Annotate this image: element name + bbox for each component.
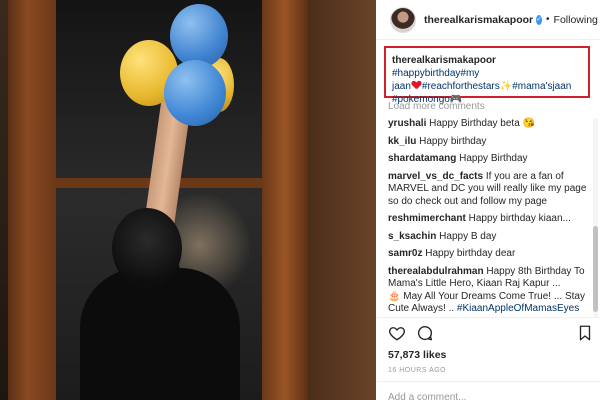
comment-username[interactable]: s_ksachin [388,231,436,242]
caption-hashtag-jaan[interactable]: jaan [392,81,411,92]
comment-username[interactable]: kk_ilu [388,136,416,147]
door-frame-right [262,0,308,400]
comment-text: Happy Birthday [459,153,528,164]
action-bar [388,324,594,344]
like-count[interactable]: 57,873 likes [388,349,446,361]
child-head [112,208,182,288]
header-username[interactable]: therealkarismakapoor [424,14,533,26]
heart-emoji-icon [412,81,421,89]
comment-item: yrushali Happy Birthday beta 😘 [388,118,594,131]
post-timestamp[interactable]: 16 HOURS AGO [388,367,446,374]
door-frame-left [8,0,56,400]
comment-item: marvel_vs_dc_facts If you are a fan of M… [388,171,594,209]
add-comment-input[interactable]: Add a comment... [388,392,466,400]
heart-icon[interactable] [388,324,406,342]
post-photo[interactable] [0,0,376,400]
kiss-emoji-icon: 😘 [522,118,535,129]
comment-item: shardatamang Happy Birthday [388,153,594,166]
comment-text: Happy B day [439,230,497,242]
load-more-comments-link[interactable]: Load more comments [388,101,485,112]
comment-item: therealabdulrahman Happy 8th Birthday To… [388,266,594,316]
comment-item: kk_ilu Happy birthday [388,136,594,149]
verified-icon: ✓ [536,14,543,25]
bookmark-icon[interactable] [576,324,594,342]
wall [308,0,376,400]
comments-scrollbar-thumb[interactable] [593,226,598,312]
avatar[interactable] [390,6,416,33]
caption-username[interactable]: therealkarismakapoor [392,55,496,66]
caption-highlight-box: therealkarismakapoor #happybirthday#my j… [384,46,590,105]
comment-hashtag[interactable]: #KiaanAppleOfMamasEyes [457,303,579,314]
comment-text: Happy birthday [419,135,487,147]
cake-emoji-icon: 🎂 [388,290,401,302]
comment-list: yrushali Happy Birthday beta 😘 kk_ilu Ha… [388,118,594,321]
comment-text: Happy birthday kiaan... [468,213,571,224]
caption-hashtag-reachforthestars[interactable]: #reachforthestars [422,81,500,92]
comment-item: samr0z Happy birthday dear [388,248,594,261]
comment-text: Happy birthday dear [425,248,516,259]
comment-item: reshmimerchant Happy birthday kiaan... [388,213,594,226]
comment-username[interactable]: reshmimerchant [388,213,466,224]
caption-hashtag-mamasjaan[interactable]: #mama'sjaan [512,81,571,92]
comment-username[interactable]: shardatamang [388,153,456,164]
comment-icon[interactable] [416,324,434,342]
following-button[interactable]: Following [554,14,598,26]
comment-username[interactable]: marvel_vs_dc_facts [388,171,483,182]
actions-divider [376,317,600,318]
add-comment-divider [376,381,600,382]
separator-dot: • [546,14,550,25]
blue-balloon-top [170,4,228,68]
comment-username[interactable]: yrushali [388,118,426,129]
post-header: therealkarismakapoor ✓ • Following [376,0,600,40]
comment-username[interactable]: samr0z [388,248,422,259]
comment-text: Happy Birthday beta [429,118,520,129]
sparkle-emoji-icon: ✨ [499,81,513,92]
comment-item: s_ksachin Happy B day [388,231,594,244]
caption-hashtag-happybirthday[interactable]: #happybirthday#my [392,68,479,79]
comment-username[interactable]: therealabdulrahman [388,266,484,277]
blue-balloon-bottom [164,60,226,126]
